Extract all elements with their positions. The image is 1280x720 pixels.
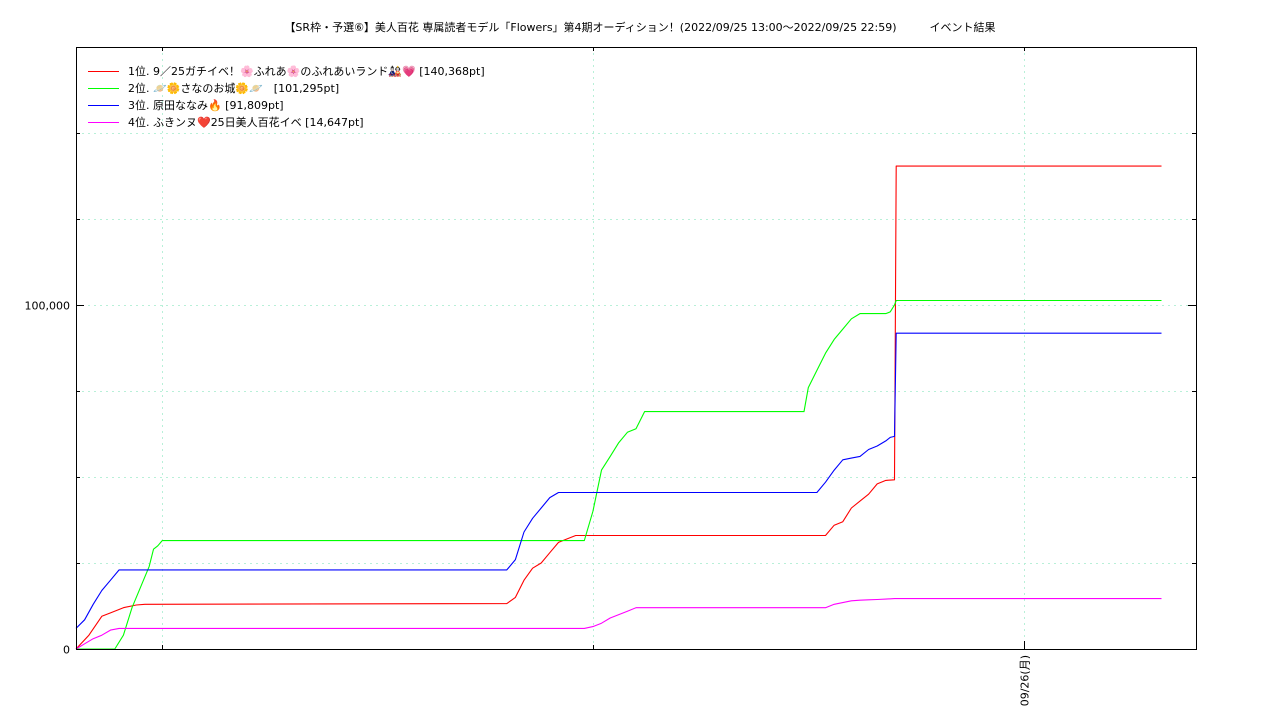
chart-svg: 0 100,000 09/26(月) 1位. 9／25ガチイベ！🌸ふれあ🌸のふれあい… [25, 47, 1197, 706]
ticks-layer: 0 100,000 09/26(月) [25, 47, 1196, 706]
legend-label: 4位. ふきンヌ❤️25日美人百花イベ [14,647pt] [128, 115, 364, 129]
legend-label: 3位. 原田ななみ🔥 [91,809pt] [128, 98, 284, 112]
legend-label: 1位. 9／25ガチイベ！🌸ふれあ🌸のふれあいランド🎎💗 [140,368pt] [128, 64, 485, 78]
series-layer [75, 165, 1162, 650]
legend-label: 2位. 🪐🌼さなのお城🌼🪐 [101,295pt] [128, 81, 339, 95]
series-line [75, 165, 1162, 650]
grid-layer [76, 47, 1196, 649]
y-tick-label: 0 [63, 644, 70, 657]
x-tick-label: 09/26(月) [1019, 655, 1032, 706]
series-line [75, 598, 1162, 650]
y-tick-label: 100,000 [25, 300, 71, 313]
legend-layer: 1位. 9／25ガチイベ！🌸ふれあ🌸のふれあいランド🎎💗 [140,368pt]… [88, 64, 485, 129]
plot-frame [76, 47, 1197, 650]
series-line [75, 332, 1162, 629]
series-line [76, 299, 1162, 650]
